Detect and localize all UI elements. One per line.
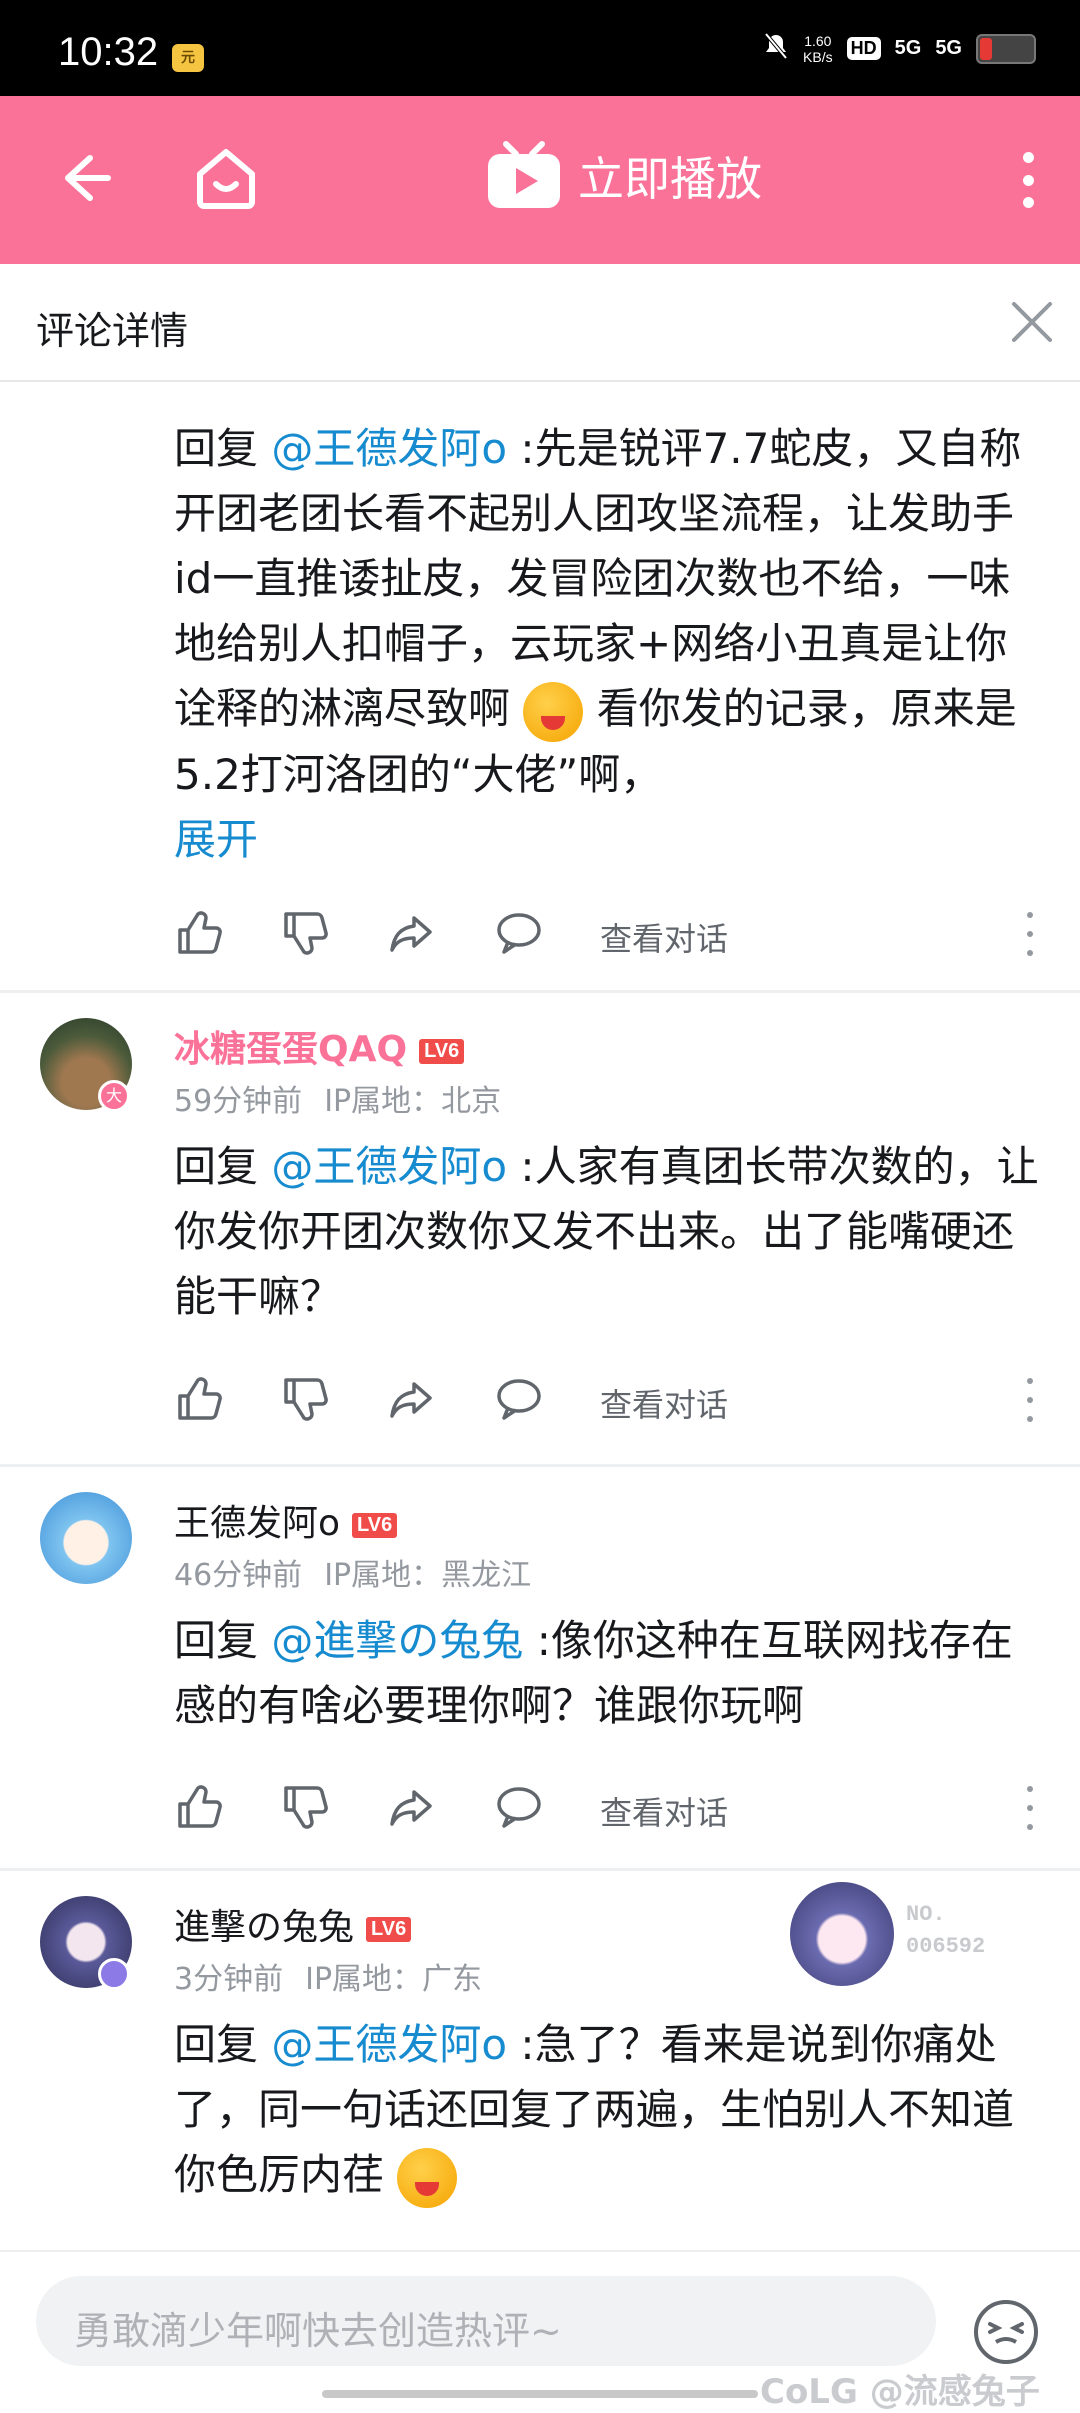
signal-5g-1: 5G [894, 37, 922, 59]
comment-input-bar: 勇敢滴少年啊快去创造热评~ CoLG @流感兔子 [0, 2250, 1080, 2412]
comment-item: 回复 @王德发阿o :先是锐评7.7蛇皮，又自称开团老团长看不起别人团攻坚流程，… [0, 382, 1080, 990]
comment-item: 進撃の兔兔 LV6 3分钟前 IP属地：广东 NO. 006592 回复 @王德发阿… [0, 1872, 1080, 2252]
username[interactable]: 進撃の兔兔 LV6 [174, 1898, 412, 1950]
watermark: CoLG @流感兔子 [760, 2372, 1040, 2412]
share-icon[interactable] [386, 1782, 436, 1832]
fan-card-badge[interactable]: NO. 006592 [790, 1882, 1070, 1992]
mention-link[interactable]: @進撃の兔兔 [271, 1616, 523, 1665]
comment-meta: 59分钟前 IP属地：北京 [174, 1076, 501, 1120]
notification-app-icon: 元 [172, 44, 204, 72]
dislike-icon[interactable] [280, 1782, 330, 1832]
play-now-label: 立即播放 [578, 152, 762, 206]
home-indicator[interactable] [322, 2390, 758, 2398]
like-icon[interactable] [174, 1782, 224, 1832]
ip-location: IP属地：广东 [305, 1962, 483, 1997]
level-badge: LV6 [419, 1038, 465, 1064]
mention-link[interactable]: @王德发阿o [271, 424, 507, 473]
username-text: 進撃の兔兔 [174, 1907, 355, 1948]
status-bar: 10:32 元 1.60 KB/s HD 5G 5G [0, 0, 1080, 96]
comment-list[interactable]: 回复 @王德发阿o :先是锐评7.7蛇皮，又自称开团老团长看不起别人团攻坚流程，… [0, 382, 1080, 2252]
more-options-icon[interactable] [1020, 152, 1036, 208]
reply-comment-icon[interactable] [494, 1374, 544, 1424]
comment-time: 59分钟前 [174, 1084, 303, 1119]
username[interactable]: 冰糖蛋蛋QAQ LV6 [174, 1020, 465, 1072]
comment-time: 46分钟前 [174, 1558, 303, 1593]
username-text: 冰糖蛋蛋QAQ [174, 1029, 408, 1070]
battery-icon [976, 33, 1036, 64]
mention-link[interactable]: @王德发阿o [271, 2020, 507, 2069]
laughing-emoji-icon [397, 2147, 458, 2208]
mute-bell-icon [763, 32, 789, 65]
share-icon[interactable] [386, 1374, 436, 1424]
section-title: 评论详情 [36, 309, 189, 353]
divider [0, 1868, 1080, 1871]
comment-item: 王德发阿o LV6 46分钟前 IP属地：黑龙江 回复 @進撃の兔兔 :像你这种在互… [0, 1468, 1080, 1868]
fan-card-no-label: NO. [906, 1902, 946, 1927]
share-icon[interactable] [386, 908, 436, 958]
comment-body: 回复 @王德发阿o :先是锐评7.7蛇皮，又自称开团老团长看不起别人团攻坚流程，… [174, 416, 1044, 872]
reply-prefix: 回复 [174, 1142, 272, 1191]
status-icons: 1.60 KB/s HD 5G 5G [763, 32, 1036, 65]
comment-body: 回复 @王德发阿o :人家有真团长带次数的，让你发你开团次数你又发不出来。出了能… [174, 1134, 1044, 1329]
fan-card-image [790, 1882, 894, 1986]
level-badge: LV6 [366, 1916, 412, 1942]
comment-more-icon[interactable] [1026, 912, 1034, 956]
play-now-button[interactable]: 立即播放 [484, 140, 762, 212]
comment-actions: 查看对话 [174, 1374, 1054, 1430]
reply-comment-icon[interactable] [494, 1782, 544, 1832]
divider [0, 990, 1080, 993]
top-bar: 立即播放 [0, 96, 1080, 264]
ip-location: IP属地：北京 [324, 1084, 502, 1119]
comment-meta: 46分钟前 IP属地：黑龙江 [174, 1550, 531, 1594]
like-icon[interactable] [174, 908, 224, 958]
vip-badge: 大 [98, 1080, 130, 1112]
view-conversation-link[interactable]: 查看对话 [600, 1380, 728, 1426]
laughing-emoji-icon [523, 681, 584, 742]
username-text: 王德发阿o [174, 1503, 341, 1544]
comment-actions: 查看对话 [174, 908, 1054, 964]
hd-badge: HD [846, 37, 881, 60]
fan-card-number: 006592 [906, 1934, 986, 1959]
expand-link[interactable]: 展开 [174, 815, 258, 864]
speed-value: 1.60 [804, 32, 832, 49]
network-speed: 1.60 KB/s [803, 33, 833, 65]
view-conversation-link[interactable]: 查看对话 [600, 914, 728, 960]
back-arrow-icon[interactable] [52, 146, 116, 210]
comment-meta: 3分钟前 IP属地：广东 [174, 1954, 482, 1998]
emoji-icon[interactable] [970, 2296, 1042, 2368]
heart-badge-icon [98, 1958, 130, 1990]
signal-5g-2: 5G [935, 37, 962, 59]
tv-play-icon [488, 141, 560, 208]
reply-prefix: 回复 [174, 1616, 272, 1665]
comment-input[interactable]: 勇敢滴少年啊快去创造热评~ [36, 2276, 936, 2366]
avatar[interactable] [40, 1492, 132, 1584]
status-time: 10:32 [58, 30, 159, 74]
home-icon[interactable] [192, 144, 260, 212]
comment-more-icon[interactable] [1026, 1786, 1034, 1830]
divider [0, 1464, 1080, 1467]
comment-item: 大 冰糖蛋蛋QAQ LV6 59分钟前 IP属地：北京 回复 @王德发阿o :人家有… [0, 994, 1080, 1464]
comment-body: 回复 @進撃の兔兔 :像你这种在互联网找存在感的有啥必要理你啊？谁跟你玩啊 [174, 1608, 1044, 1738]
comment-time: 3分钟前 [174, 1962, 284, 1997]
comment-more-icon[interactable] [1026, 1378, 1034, 1422]
reply-comment-icon[interactable] [494, 908, 544, 958]
close-icon[interactable] [1008, 298, 1056, 346]
dislike-icon[interactable] [280, 908, 330, 958]
comment-detail-header: 评论详情 [0, 264, 1080, 382]
comment-body: 回复 @王德发阿o :急了？看来是说到你痛处了，同一句话还回复了两遍，生怕别人不… [174, 2012, 1044, 2208]
reply-prefix: 回复 [174, 2020, 272, 2069]
ip-location: IP属地：黑龙江 [324, 1558, 532, 1593]
level-badge: LV6 [352, 1512, 398, 1538]
comment-actions: 查看对话 [174, 1782, 1054, 1838]
speed-unit: KB/s [803, 48, 833, 65]
reply-prefix: 回复 [174, 424, 272, 473]
input-placeholder: 勇敢滴少年啊快去创造热评~ [74, 2309, 562, 2353]
like-icon[interactable] [174, 1374, 224, 1424]
view-conversation-link[interactable]: 查看对话 [600, 1788, 728, 1834]
mention-link[interactable]: @王德发阿o [271, 1142, 507, 1191]
username[interactable]: 王德发阿o LV6 [174, 1494, 398, 1546]
dislike-icon[interactable] [280, 1374, 330, 1424]
